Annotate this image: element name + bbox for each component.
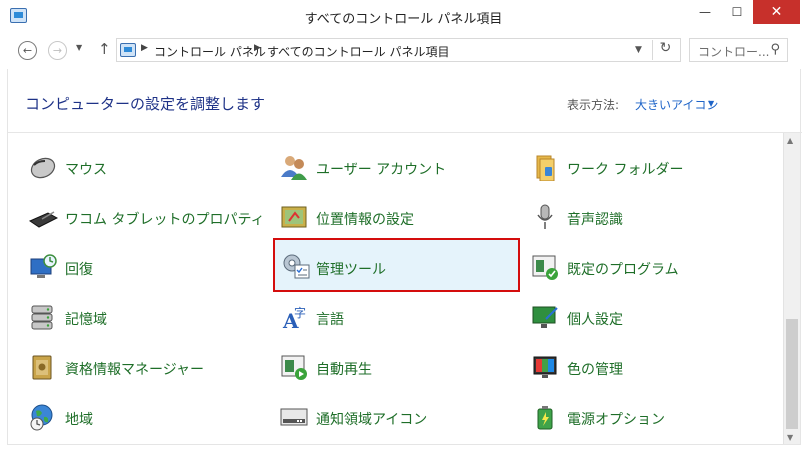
item-label: ワコム タブレットのプロパティ <box>65 212 265 228</box>
item-autoplay[interactable]: 自動再生 <box>273 342 520 392</box>
item-label: マウス <box>65 162 107 178</box>
item-color-management[interactable]: 色の管理 <box>524 342 774 392</box>
item-mouse[interactable]: マウス <box>22 142 262 192</box>
storage-spaces-icon <box>31 305 53 330</box>
back-button[interactable]: ← <box>18 41 37 60</box>
item-label: 位置情報の設定 <box>316 212 414 228</box>
credential-manager-icon <box>32 355 52 380</box>
page-heading: コンピューターの設定を調整します <box>25 95 266 113</box>
wacom-tablet-icon <box>28 211 58 228</box>
search-box[interactable]: コントロー... ⚲ <box>689 38 788 62</box>
item-work-folders[interactable]: ワーク フォルダー <box>524 142 774 192</box>
color-management-icon <box>533 356 557 378</box>
scroll-up-arrow-icon[interactable]: ▲ <box>787 136 793 145</box>
recovery-icon <box>30 254 57 278</box>
personalization-icon <box>532 306 558 328</box>
breadcrumb-separator-icon[interactable]: ▶ <box>254 43 261 53</box>
item-administrative-tools[interactable]: 管理ツール <box>273 238 520 292</box>
item-default-programs[interactable]: 既定のプログラム <box>524 242 774 292</box>
item-wacom-tablet[interactable]: ワコム タブレットのプロパティ <box>22 192 265 242</box>
content-header: コンピューターの設定を調整します 表示方法: 大きいアイコン ▼ <box>8 69 802 133</box>
item-notification-area-icons[interactable]: 通知領域アイコン <box>273 392 520 442</box>
vertical-scrollbar[interactable]: ▲ ▼ <box>783 133 800 444</box>
admin-tools-icon <box>283 254 310 279</box>
item-label: ワーク フォルダー <box>567 162 684 178</box>
item-label: 音声認識 <box>567 212 623 228</box>
item-label: 通知領域アイコン <box>316 412 428 428</box>
window-title: すべてのコントロール パネル項目 <box>304 12 503 27</box>
item-language[interactable]: A 字 言語 <box>273 292 520 342</box>
power-options-icon <box>537 406 553 430</box>
search-input[interactable]: コントロー... <box>698 43 769 60</box>
location-settings-icon <box>281 206 307 228</box>
item-power-options[interactable]: 電源オプション <box>524 392 774 442</box>
microphone-icon <box>537 204 553 229</box>
navigation-bar: ← → ▼ ↑ ▶ コントロール パネル ▶ すべてのコントロール パネル項目 … <box>0 33 807 69</box>
item-label: 自動再生 <box>316 362 372 378</box>
item-credential-manager[interactable]: 資格情報マネージャー <box>22 342 262 392</box>
item-label: 資格情報マネージャー <box>65 362 205 378</box>
content-pane: コンピューターの設定を調整します 表示方法: 大きいアイコン ▼ マウス ユーザ… <box>7 69 802 445</box>
breadcrumb-all-items[interactable]: すべてのコントロール パネル項目 <box>267 43 450 60</box>
refresh-button[interactable]: ↻ <box>652 40 678 60</box>
item-label: 記憶域 <box>65 312 107 328</box>
work-folders-icon <box>536 155 555 181</box>
item-storage-spaces[interactable]: 記憶域 <box>22 292 262 342</box>
view-by-dropdown[interactable]: 大きいアイコン <box>635 96 718 113</box>
item-label: 言語 <box>316 312 344 328</box>
item-label: 回復 <box>65 262 93 278</box>
notification-area-icon <box>280 408 308 426</box>
item-label: 既定のプログラム <box>567 262 679 278</box>
control-panel-location-icon <box>120 43 136 57</box>
item-label: 地域 <box>65 412 93 428</box>
item-label: 管理ツール <box>316 262 386 278</box>
item-label: ユーザー アカウント <box>316 162 447 178</box>
user-accounts-icon <box>281 156 307 180</box>
item-location-settings[interactable]: 位置情報の設定 <box>273 192 520 242</box>
view-by-label: 表示方法: <box>567 98 620 112</box>
default-programs-icon <box>532 255 558 280</box>
item-region[interactable]: 地域 <box>22 392 262 442</box>
item-speech-recognition[interactable]: 音声認識 <box>524 192 774 242</box>
up-level-button[interactable]: ↑ <box>98 40 111 58</box>
breadcrumb-control-panel[interactable]: コントロール パネル <box>154 43 266 60</box>
close-button[interactable]: ✕ <box>753 0 800 24</box>
breadcrumb-separator-icon[interactable]: ▶ <box>141 43 148 53</box>
autoplay-icon <box>281 355 307 380</box>
scrollbar-thumb[interactable] <box>786 319 798 429</box>
address-dropdown-icon[interactable]: ▼ <box>635 45 642 55</box>
minimize-button[interactable]: — <box>690 0 720 24</box>
item-label: 電源オプション <box>567 412 665 428</box>
address-bar[interactable]: ▶ コントロール パネル ▶ すべてのコントロール パネル項目 ▼ ↻ <box>116 38 681 62</box>
maximize-button[interactable]: ☐ <box>722 0 752 24</box>
view-by-chevron-icon[interactable]: ▼ <box>708 99 714 108</box>
title-bar: すべてのコントロール パネル項目 — ☐ ✕ <box>0 0 807 33</box>
item-user-accounts[interactable]: ユーザー アカウント <box>273 142 520 192</box>
scroll-down-arrow-icon[interactable]: ▼ <box>787 433 793 442</box>
svg-text:字: 字 <box>294 305 306 320</box>
item-personalization[interactable]: 個人設定 <box>524 292 774 342</box>
item-recovery[interactable]: 回復 <box>22 242 262 292</box>
forward-button[interactable]: → <box>48 41 67 60</box>
region-icon <box>30 404 53 431</box>
item-label: 個人設定 <box>567 312 623 328</box>
language-icon: A 字 <box>282 305 306 331</box>
recent-locations-dropdown-icon[interactable]: ▼ <box>76 43 82 52</box>
search-icon[interactable]: ⚲ <box>770 42 780 57</box>
mouse-icon <box>30 157 56 179</box>
item-label: 色の管理 <box>567 362 623 378</box>
